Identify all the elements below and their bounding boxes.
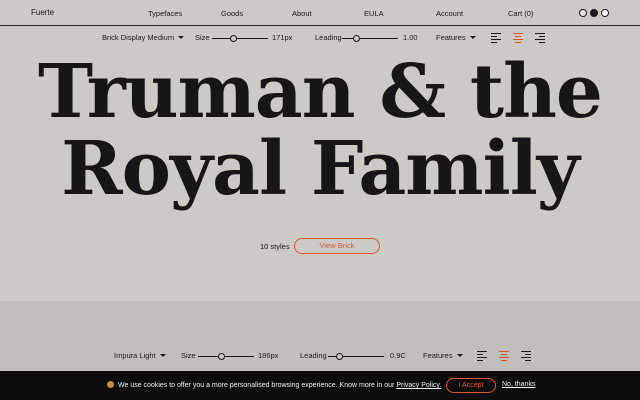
size-value-2: 186px (258, 351, 279, 360)
theme-white-dot[interactable] (601, 9, 609, 17)
size-slider-2[interactable] (198, 353, 254, 360)
nav-goods[interactable]: Goods (221, 9, 243, 18)
align-right-icon[interactable] (521, 351, 531, 361)
leading-label-2: Leading (300, 351, 327, 360)
font-select-2[interactable]: Impura Light (114, 351, 166, 360)
cookie-banner: We use cookies to offer you a more perso… (0, 371, 640, 400)
features-select[interactable]: Features (436, 33, 476, 42)
theme-dark-dot[interactable] (590, 9, 598, 17)
theme-switcher (579, 9, 609, 17)
align-left-icon[interactable] (477, 351, 487, 361)
chevron-down-icon (469, 36, 476, 39)
leading-slider-2[interactable] (328, 353, 384, 360)
top-nav: Fuerte Typefaces Goods About EULA Accoun… (0, 0, 640, 26)
font-select-label: Brick Display Medium (102, 33, 175, 42)
cookie-message: We use cookies to offer you a more perso… (107, 381, 441, 389)
chevron-down-icon (159, 354, 166, 357)
styles-count: 10 styles (260, 242, 290, 251)
leading-value: 1.00 (403, 33, 418, 42)
font-select[interactable]: Brick Display Medium (102, 33, 185, 42)
privacy-policy-link[interactable]: Privacy Policy. (396, 382, 441, 389)
decline-cookies-button[interactable]: No, thanks (502, 381, 535, 388)
leading-slider[interactable] (342, 35, 398, 42)
brand-logo[interactable]: Fuerte (31, 8, 54, 17)
leading-label: Leading (315, 33, 342, 42)
leading-slider-handle-2[interactable] (336, 353, 343, 360)
align-right-icon[interactable] (535, 33, 545, 43)
nav-typefaces[interactable]: Typefaces (148, 9, 182, 18)
chevron-down-icon (178, 36, 185, 39)
specimen-toolbar: Brick Display Medium Size 171px Leading … (0, 28, 640, 48)
specimen-line-2: Royal Family (61, 126, 580, 212)
features-label-2: Features (423, 351, 453, 360)
alignment-group (491, 33, 545, 43)
size-slider-handle-2[interactable] (218, 353, 225, 360)
specimen-line-1: Truman & the (38, 49, 603, 135)
accept-cookies-button[interactable]: I Accept (446, 378, 496, 393)
specimen-text[interactable]: Truman & the Royal Family (0, 54, 640, 208)
size-slider[interactable] (212, 35, 268, 42)
styles-row: 10 styles View Brick (0, 238, 640, 254)
align-center-icon[interactable] (513, 33, 523, 43)
size-label: Size (195, 33, 210, 42)
nav-cart[interactable]: Cart (0) (508, 9, 533, 18)
nav-eula[interactable]: EULA (364, 9, 384, 18)
font-select-label-2: Impura Light (114, 351, 156, 360)
cookie-text: We use cookies to offer you a more perso… (118, 382, 395, 389)
size-label-2: Size (181, 351, 196, 360)
nav-about[interactable]: About (292, 9, 312, 18)
chevron-down-icon (456, 354, 463, 357)
leading-value-2: 0.9C (390, 351, 406, 360)
features-label: Features (436, 33, 466, 42)
alignment-group-2 (477, 351, 531, 361)
view-brick-button[interactable]: View Brick (294, 238, 380, 254)
specimen-toolbar-2: Impura Light Size 186px Leading 0.9C Fea… (0, 346, 640, 366)
align-left-icon[interactable] (491, 33, 501, 43)
size-value: 171px (272, 33, 293, 42)
align-center-icon[interactable] (499, 351, 509, 361)
cookie-icon (107, 381, 114, 388)
leading-slider-handle[interactable] (353, 35, 360, 42)
size-slider-handle[interactable] (230, 35, 237, 42)
theme-light-dot[interactable] (579, 9, 587, 17)
nav-account[interactable]: Account (436, 9, 463, 18)
features-select-2[interactable]: Features (423, 351, 463, 360)
